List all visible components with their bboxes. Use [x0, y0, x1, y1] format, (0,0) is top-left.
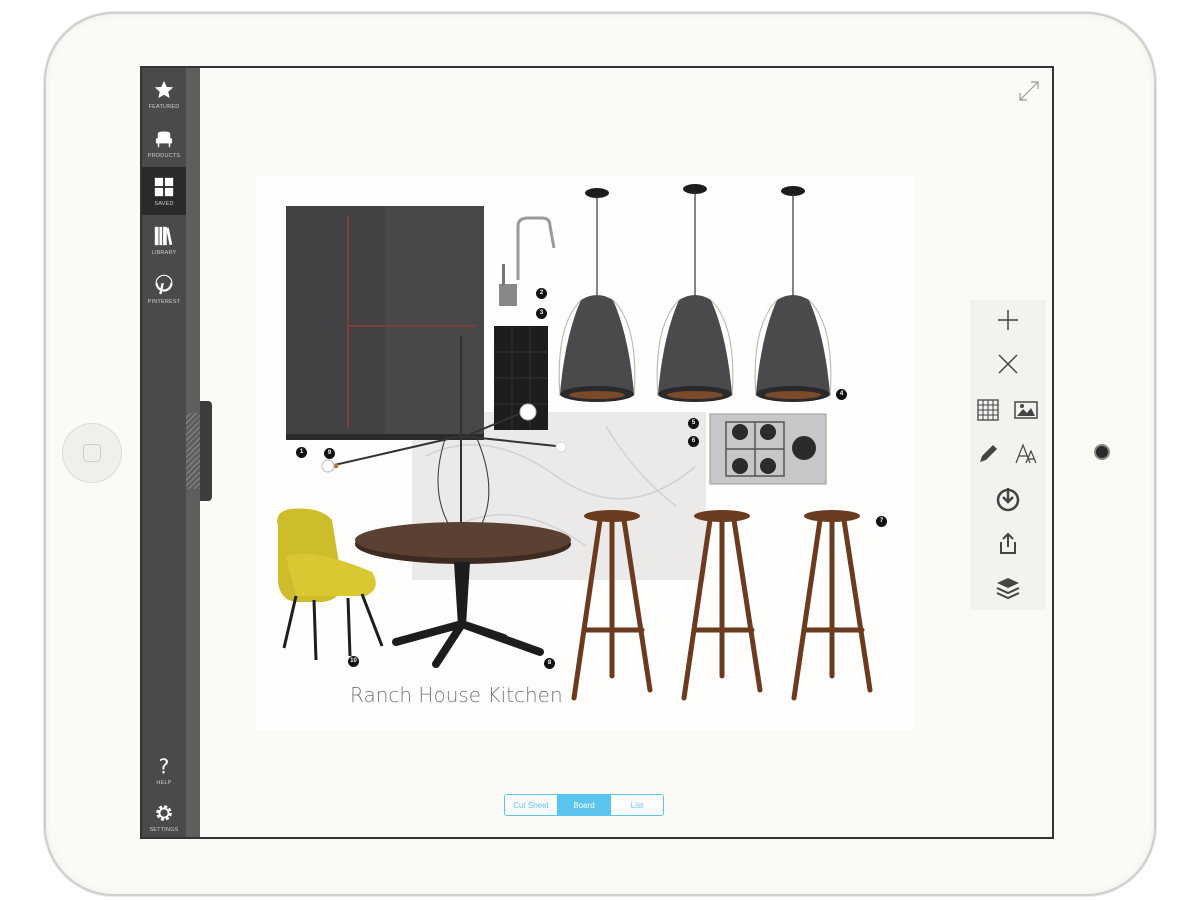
armchair-image	[277, 508, 384, 661]
sidebar-label: LIBRARY	[151, 249, 177, 256]
layers-button[interactable]	[994, 574, 1022, 602]
download-button[interactable]	[994, 485, 1022, 513]
pendant-lights	[558, 184, 832, 402]
item-number-tag[interactable]: 10	[348, 656, 359, 667]
mood-board[interactable]: 1 2 3 4 5 6 7 8 9 10 Ranch House Kitchen	[256, 176, 914, 730]
sidebar-label: SETTINGS	[149, 826, 179, 833]
item-number-tag[interactable]: 9	[324, 448, 335, 459]
sidebar-item-featured[interactable]: FEATURED	[142, 70, 186, 118]
item-number-tag[interactable]: 4	[836, 389, 847, 400]
pencil-icon	[980, 445, 997, 462]
dining-table-image	[355, 522, 571, 668]
sidebar-label: PRODUCTS	[147, 152, 181, 159]
sidebar-item-pinterest[interactable]: PINTEREST	[142, 265, 186, 313]
star-icon	[154, 80, 174, 98]
item-number-tag[interactable]: 1	[296, 447, 307, 458]
pinterest-icon	[155, 274, 173, 294]
layers-icon	[996, 578, 1020, 600]
board-toolbar	[970, 300, 1046, 610]
tab-list[interactable]: List	[610, 795, 663, 815]
share-button[interactable]	[994, 530, 1022, 558]
item-number-tag[interactable]: 5	[688, 418, 699, 429]
svg-text:?: ?	[159, 755, 170, 777]
share-icon	[1000, 532, 1016, 554]
camera	[1094, 444, 1110, 460]
sidebar-item-saved[interactable]: SAVED	[142, 167, 186, 215]
item-number-tag[interactable]: 6	[688, 436, 699, 447]
item-number-tag[interactable]: 2	[536, 288, 547, 299]
sidebar-label: HELP	[156, 779, 172, 786]
sidebar-item-help[interactable]: ? HELP	[142, 746, 186, 794]
books-icon	[154, 226, 173, 245]
image-button[interactable]	[1012, 396, 1040, 424]
tab-board[interactable]: Board	[557, 795, 610, 815]
expand-icon[interactable]	[1018, 80, 1040, 102]
draw-button[interactable]	[974, 440, 1002, 468]
faucet-image	[516, 216, 556, 280]
chair-icon	[155, 130, 173, 147]
remove-button[interactable]	[994, 350, 1022, 378]
item-number-tag[interactable]: 8	[544, 658, 555, 669]
item-number-tag[interactable]: 3	[536, 308, 547, 319]
add-button[interactable]	[994, 306, 1022, 334]
text-icon	[1015, 443, 1037, 464]
image-icon	[1014, 401, 1038, 419]
view-toggle: Cut Sheet Board List	[504, 794, 664, 816]
item-number-tag[interactable]: 7	[876, 516, 887, 527]
sidebar-item-products[interactable]: PRODUCTS	[142, 119, 186, 167]
grid-icon	[154, 177, 174, 196]
sidebar-label: FEATURED	[148, 103, 180, 110]
text-button[interactable]	[1012, 440, 1040, 468]
home-button[interactable]	[62, 423, 122, 483]
table-button[interactable]	[974, 396, 1002, 424]
gear-icon	[156, 804, 172, 821]
help-icon: ?	[159, 755, 170, 777]
sidebar-label: PINTEREST	[147, 298, 181, 305]
sidebar-item-settings[interactable]: SETTINGS	[142, 793, 186, 837]
sidebar-item-library[interactable]: LIBRARY	[142, 216, 186, 264]
table-icon	[977, 399, 999, 421]
close-icon	[998, 354, 1018, 374]
download-icon	[996, 488, 1020, 512]
app-screen: FEATURED PRODUCTS SAVED LIBRARY PINTERES…	[140, 66, 1054, 839]
tab-cut-sheet[interactable]: Cut Sheet	[505, 795, 557, 815]
board-title[interactable]: Ranch House Kitchen	[350, 683, 563, 707]
plus-icon	[998, 310, 1018, 330]
sidebar-drag-handle[interactable]	[186, 401, 212, 501]
sidebar: FEATURED PRODUCTS SAVED LIBRARY PINTERES…	[142, 68, 186, 837]
board-artwork	[277, 184, 873, 701]
sidebar-label: SAVED	[154, 200, 174, 207]
